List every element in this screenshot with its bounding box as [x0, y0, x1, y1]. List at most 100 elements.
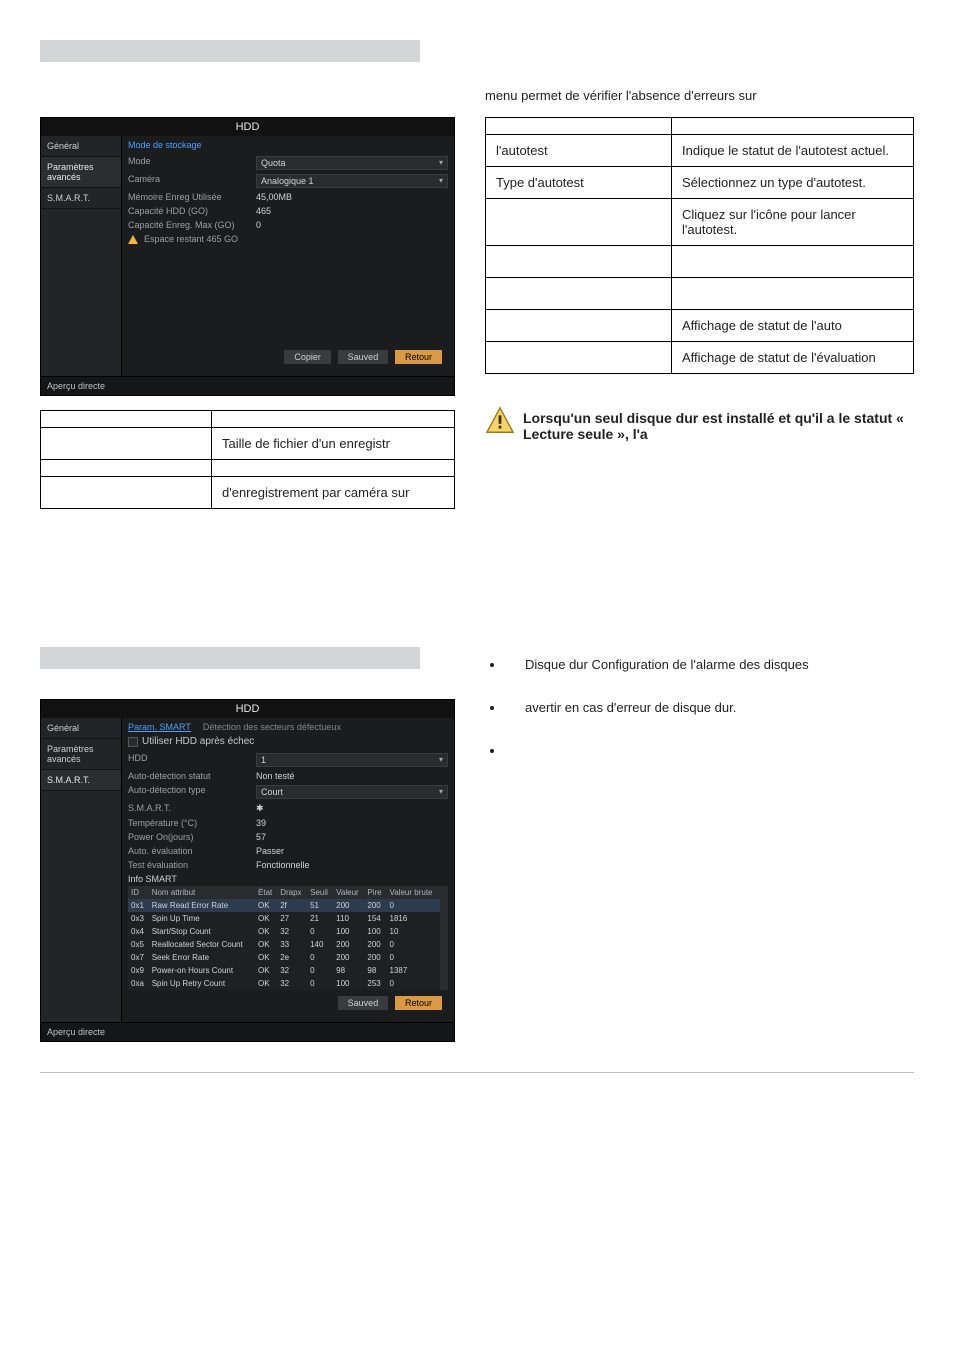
- table-cell: 2f: [277, 899, 307, 912]
- table-cell: 32: [277, 964, 307, 977]
- sidebar-item-smart[interactable]: S.M.A.R.T.: [41, 770, 121, 791]
- sidebar-item-smart[interactable]: S.M.A.R.T.: [41, 188, 121, 209]
- tab-smart-params[interactable]: Param. SMART: [128, 722, 191, 732]
- th-raw: Valeur brute: [387, 886, 441, 899]
- table-cell: 10: [387, 925, 441, 938]
- table-cell: 0: [387, 977, 441, 990]
- table-row[interactable]: 0xaSpin Up Retry CountOK3201002530: [128, 977, 440, 990]
- preview-label[interactable]: Aperçu directe: [41, 376, 454, 395]
- bullet-list: Disque dur Configuration de l'alarme des…: [485, 657, 914, 758]
- redacted-heading: [40, 40, 420, 62]
- intro-text: menu permet de vérifier l'absence d'erre…: [485, 88, 757, 103]
- use-hdd-after-fail-checkbox[interactable]: Utiliser HDD après échec: [128, 736, 448, 747]
- bullet-text: Disque dur Configuration de l'alarme des…: [525, 657, 914, 672]
- table-cell: OK: [255, 977, 277, 990]
- table-cell: 200: [364, 951, 386, 964]
- table-row[interactable]: 0x1Raw Read Error RateOK2f512002000: [128, 899, 440, 912]
- warning-text: Lorsqu'un seul disque dur est installé e…: [523, 410, 904, 442]
- table-row[interactable]: 0x9Power-on Hours CountOK32098981387: [128, 964, 440, 977]
- power-on-label: Power On(jours): [128, 832, 248, 842]
- table-cell: 200: [333, 951, 364, 964]
- table-cell: 33: [277, 938, 307, 951]
- dvr-title: HDD: [41, 118, 454, 136]
- table-cell: 110: [333, 912, 364, 925]
- mode-select[interactable]: Quota: [256, 156, 448, 170]
- table-cell: OK: [255, 938, 277, 951]
- return-button[interactable]: Retour: [395, 350, 442, 364]
- warning-note: Lorsqu'un seul disque dur est installé e…: [485, 406, 914, 442]
- table-cell: 1387: [387, 964, 441, 977]
- hdd-select[interactable]: 1: [256, 753, 448, 767]
- table-cell: 100: [364, 925, 386, 938]
- save-button[interactable]: Sauved: [338, 996, 389, 1010]
- selftest-status-value: Non testé: [256, 771, 448, 781]
- smart-label: S.M.A.R.T.: [128, 803, 248, 814]
- table-row[interactable]: 0x3Spin Up TimeOK27211101541816: [128, 912, 440, 925]
- table-cell: 0: [307, 964, 333, 977]
- save-button[interactable]: Sauved: [338, 350, 389, 364]
- warning-icon: [485, 406, 515, 436]
- sidebar-item-advanced[interactable]: Paramètres avancés: [41, 157, 121, 188]
- autotest-desc: Indique le statut de l'autotest actuel.: [672, 135, 914, 167]
- table-cell: Reallocated Sector Count: [149, 938, 255, 951]
- table-cell: 21: [307, 912, 333, 925]
- smart-launch-icon[interactable]: ✱: [256, 803, 448, 814]
- record-per-camera-desc: d'enregistrement par caméra sur: [212, 477, 455, 509]
- autotest-type-desc: Sélectionnez un type d'autotest.: [672, 167, 914, 199]
- table-row[interactable]: 0x4Start/Stop CountOK32010010010: [128, 925, 440, 938]
- sidebar-item-general[interactable]: Général: [41, 718, 121, 739]
- table-cell: Power-on Hours Count: [149, 964, 255, 977]
- table-cell: 32: [277, 977, 307, 990]
- scrollbar[interactable]: [440, 886, 448, 990]
- footer-separator: [40, 1072, 914, 1073]
- table-cell: 200: [364, 938, 386, 951]
- left-description-table: Taille de fichier d'un enregistr d'enreg…: [40, 410, 455, 509]
- camera-select[interactable]: Analogique 1: [256, 174, 448, 188]
- temp-value: 39: [256, 818, 448, 828]
- selftest-type-label: Auto-détection type: [128, 785, 248, 799]
- table-cell: 100: [333, 925, 364, 938]
- dvr-screenshot-storage: HDD Général Paramètres avancés S.M.A.R.T…: [40, 117, 455, 396]
- warning-icon: [128, 235, 138, 244]
- table-cell: 0x5: [128, 938, 149, 951]
- table-row[interactable]: 0x7Seek Error RateOK2e02002000: [128, 951, 440, 964]
- auto-eval-label: Auto. évaluation: [128, 846, 248, 856]
- th-name: Nom attribut: [149, 886, 255, 899]
- return-button[interactable]: Retour: [395, 996, 442, 1010]
- th-val: Valeur: [333, 886, 364, 899]
- file-size-desc: Taille de fichier d'un enregistr: [212, 428, 455, 460]
- th-worst: Pire: [364, 886, 386, 899]
- memory-label: Mémoire Enreg Utilisée: [128, 192, 248, 202]
- temp-label: Température (°C): [128, 818, 248, 828]
- hdd-label: HDD: [128, 753, 248, 767]
- section-header: Mode de stockage: [128, 140, 448, 150]
- table-cell: 0x3: [128, 912, 149, 925]
- smart-info-label: Info SMART: [128, 874, 248, 884]
- copy-button[interactable]: Copier: [284, 350, 331, 364]
- table-cell: 200: [333, 938, 364, 951]
- capacity-max-label: Capacité Enreg. Max (GO): [128, 220, 248, 230]
- autotest-type-label: Type d'autotest: [486, 167, 672, 199]
- checkbox-label: Utiliser HDD après échec: [142, 736, 254, 747]
- table-cell: 253: [364, 977, 386, 990]
- preview-label[interactable]: Aperçu directe: [41, 1022, 454, 1041]
- bullet-item: [505, 743, 914, 758]
- table-cell: 0: [387, 899, 441, 912]
- launch-autotest-desc: Cliquez sur l'icône pour lancer l'autote…: [672, 199, 914, 246]
- mode-label: Mode: [128, 156, 248, 170]
- dvr-sidebar: Général Paramètres avancés S.M.A.R.T.: [41, 136, 122, 376]
- power-on-value: 57: [256, 832, 448, 842]
- tab-bad-sectors[interactable]: Détection des secteurs défectueux: [203, 722, 341, 732]
- remaining-space-text: Espace restant 465 GO: [144, 234, 238, 244]
- bullet-item: Disque dur Configuration de l'alarme des…: [505, 657, 914, 672]
- table-cell: 0: [307, 925, 333, 938]
- selftest-type-select[interactable]: Court: [256, 785, 448, 799]
- capacity-max-value: 0: [256, 220, 448, 230]
- table-cell: 154: [364, 912, 386, 925]
- dvr-title: HDD: [41, 700, 454, 718]
- table-cell: 0: [387, 951, 441, 964]
- sidebar-item-advanced[interactable]: Paramètres avancés: [41, 739, 121, 770]
- table-cell: Start/Stop Count: [149, 925, 255, 938]
- sidebar-item-general[interactable]: Général: [41, 136, 121, 157]
- table-row[interactable]: 0x5Reallocated Sector CountOK33140200200…: [128, 938, 440, 951]
